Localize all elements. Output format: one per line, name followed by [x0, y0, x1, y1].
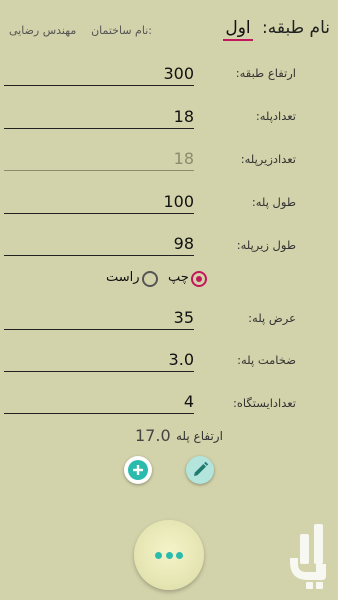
- riser-length-label: طول زیرپله:: [236, 238, 296, 252]
- step-length-label: طول پله:: [251, 195, 296, 209]
- stair-thickness-input[interactable]: 3.0: [4, 347, 194, 372]
- stair-thickness-value: 3.0: [168, 350, 194, 369]
- step-length-value: 100: [163, 192, 194, 211]
- logo-icon: [290, 524, 326, 589]
- edit-button[interactable]: [186, 456, 214, 484]
- direction-right-radio[interactable]: [142, 271, 158, 287]
- building-name-value: مهندس رضایی: [9, 24, 77, 37]
- stair-count-label: تعدادپله:: [255, 109, 296, 123]
- building-name-label: نام ساختمان:: [91, 24, 152, 37]
- floor-height-value: 300: [163, 64, 194, 83]
- stair-count-value: 18: [173, 107, 194, 126]
- floor-name-label: نام طبقه:: [262, 18, 330, 38]
- riser-count-value: 18: [173, 149, 194, 168]
- stair-width-input[interactable]: 35: [4, 305, 194, 330]
- riser-length-input[interactable]: 98: [4, 231, 194, 256]
- floor-name-value[interactable]: اول: [223, 18, 253, 41]
- direction-left-radio[interactable]: [191, 271, 207, 287]
- landing-count-label: تعدادایستگاه:: [233, 396, 296, 410]
- riser-length-value: 98: [173, 234, 194, 253]
- stair-height-value: 17.0: [135, 426, 171, 445]
- riser-count-label: تعدادزیرپله:: [240, 152, 296, 166]
- plus-circle-icon: [128, 460, 148, 480]
- more-menu-button[interactable]: [134, 520, 204, 590]
- landing-count-input[interactable]: 4: [4, 389, 194, 414]
- stair-height-label: ارتفاع پله: [176, 429, 223, 443]
- floor-height-label: ارتفاع طبقه:: [235, 66, 296, 80]
- stair-thickness-label: ضخامت پله:: [237, 353, 296, 367]
- direction-right-label[interactable]: راست: [106, 270, 140, 285]
- stair-width-label: عرض پله:: [248, 311, 296, 325]
- direction-left-label[interactable]: چپ: [168, 270, 189, 285]
- floor-height-input[interactable]: 300: [4, 61, 194, 86]
- floor-name-header: نام طبقه: اول: [223, 18, 330, 41]
- riser-count-input: 18: [4, 146, 194, 171]
- stair-count-input[interactable]: 18: [4, 104, 194, 129]
- landing-count-value: 4: [183, 392, 194, 411]
- watermark-logo: [286, 520, 332, 596]
- pencil-icon: [194, 461, 209, 476]
- add-button[interactable]: [124, 456, 152, 484]
- stair-width-value: 35: [173, 308, 194, 327]
- step-length-input[interactable]: 100: [4, 189, 194, 214]
